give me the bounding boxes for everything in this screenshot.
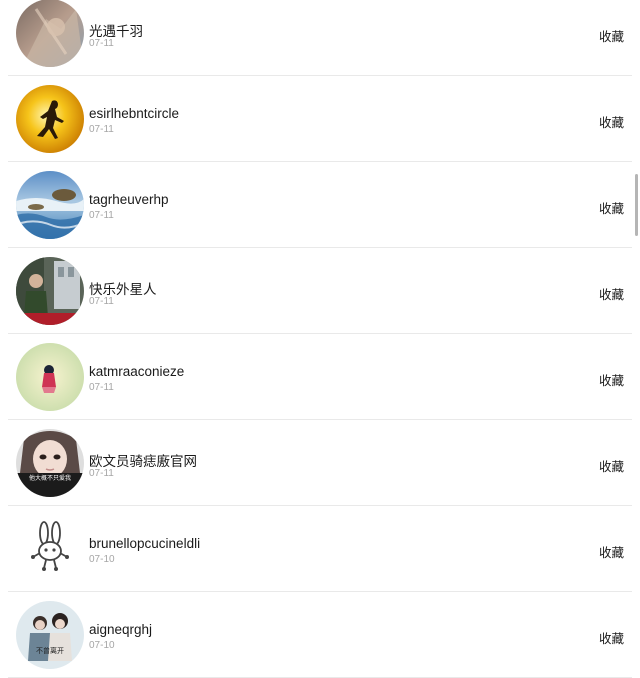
post-date: 07-11	[89, 124, 114, 135]
avatar-couple-photo-icon[interactable]: 不曾离开	[16, 601, 84, 669]
collect-button[interactable]: 收藏	[599, 198, 624, 217]
avatar-caption: 他大概不只爱我	[29, 474, 71, 482]
post-date: 07-11	[89, 382, 114, 393]
list-item[interactable]: brunellopcucineldli 07-10 收藏	[8, 506, 632, 592]
avatar-girl-illustration-icon[interactable]	[16, 343, 84, 411]
list-item[interactable]: esirlhebntcircle 07-11 收藏	[8, 76, 632, 162]
user-name: 快乐外星人	[89, 282, 157, 297]
user-list: 光遇千羽 07-11 收藏 esirlhebntcircle 07-11 收藏	[0, 0, 640, 678]
post-date: 07-11	[89, 296, 114, 307]
collect-button[interactable]: 收藏	[599, 26, 624, 45]
post-date: 07-10	[89, 554, 115, 565]
list-item[interactable]: 光遇千羽 07-11 收藏	[8, 0, 632, 76]
avatar-bunny-doodle-icon[interactable]	[16, 515, 84, 583]
list-item[interactable]: katmraaconieze 07-11 收藏	[8, 334, 632, 420]
collect-button[interactable]: 收藏	[599, 370, 624, 389]
list-item[interactable]: 快乐外星人 07-11 收藏	[8, 248, 632, 334]
collect-button[interactable]: 收藏	[599, 542, 624, 561]
user-name: 光遇千羽	[89, 24, 143, 39]
user-name: esirlhebntcircle	[89, 106, 180, 121]
avatar-ocean-shore-icon[interactable]	[16, 171, 84, 239]
post-date: 07-11	[89, 468, 114, 479]
avatar-caption: 不曾离开	[36, 646, 64, 655]
avatar-girl-closeup-icon[interactable]: 他大概不只爱我	[16, 429, 84, 497]
collect-button[interactable]: 收藏	[599, 628, 624, 647]
collect-button[interactable]: 收藏	[599, 112, 624, 131]
post-date: 07-10	[89, 640, 115, 651]
user-name: 欧文员骑痣廒官网	[89, 454, 197, 469]
avatar-runner-sunset-icon[interactable]	[16, 85, 84, 153]
avatar-fantasy-portrait-icon[interactable]	[16, 0, 84, 67]
user-name: brunellopcucineldli	[89, 536, 201, 551]
user-name: tagrheuverhp	[89, 192, 169, 207]
user-name: katmraaconieze	[89, 364, 185, 379]
post-date: 07-11	[89, 210, 114, 221]
collect-button[interactable]: 收藏	[599, 284, 624, 303]
list-item[interactable]: 他大概不只爱我 欧文员骑痣廒官网 07-11 收藏	[8, 420, 632, 506]
user-name: aigneqrghj	[89, 622, 153, 637]
list-item[interactable]: 不曾离开 aigneqrghj 07-10 收藏	[8, 592, 632, 678]
collect-button[interactable]: 收藏	[599, 456, 624, 475]
list-item[interactable]: tagrheuverhp 07-11 收藏	[8, 162, 632, 248]
scrollbar[interactable]	[635, 174, 638, 236]
post-date: 07-11	[89, 38, 114, 49]
avatar-street-photo-icon[interactable]	[16, 257, 84, 325]
